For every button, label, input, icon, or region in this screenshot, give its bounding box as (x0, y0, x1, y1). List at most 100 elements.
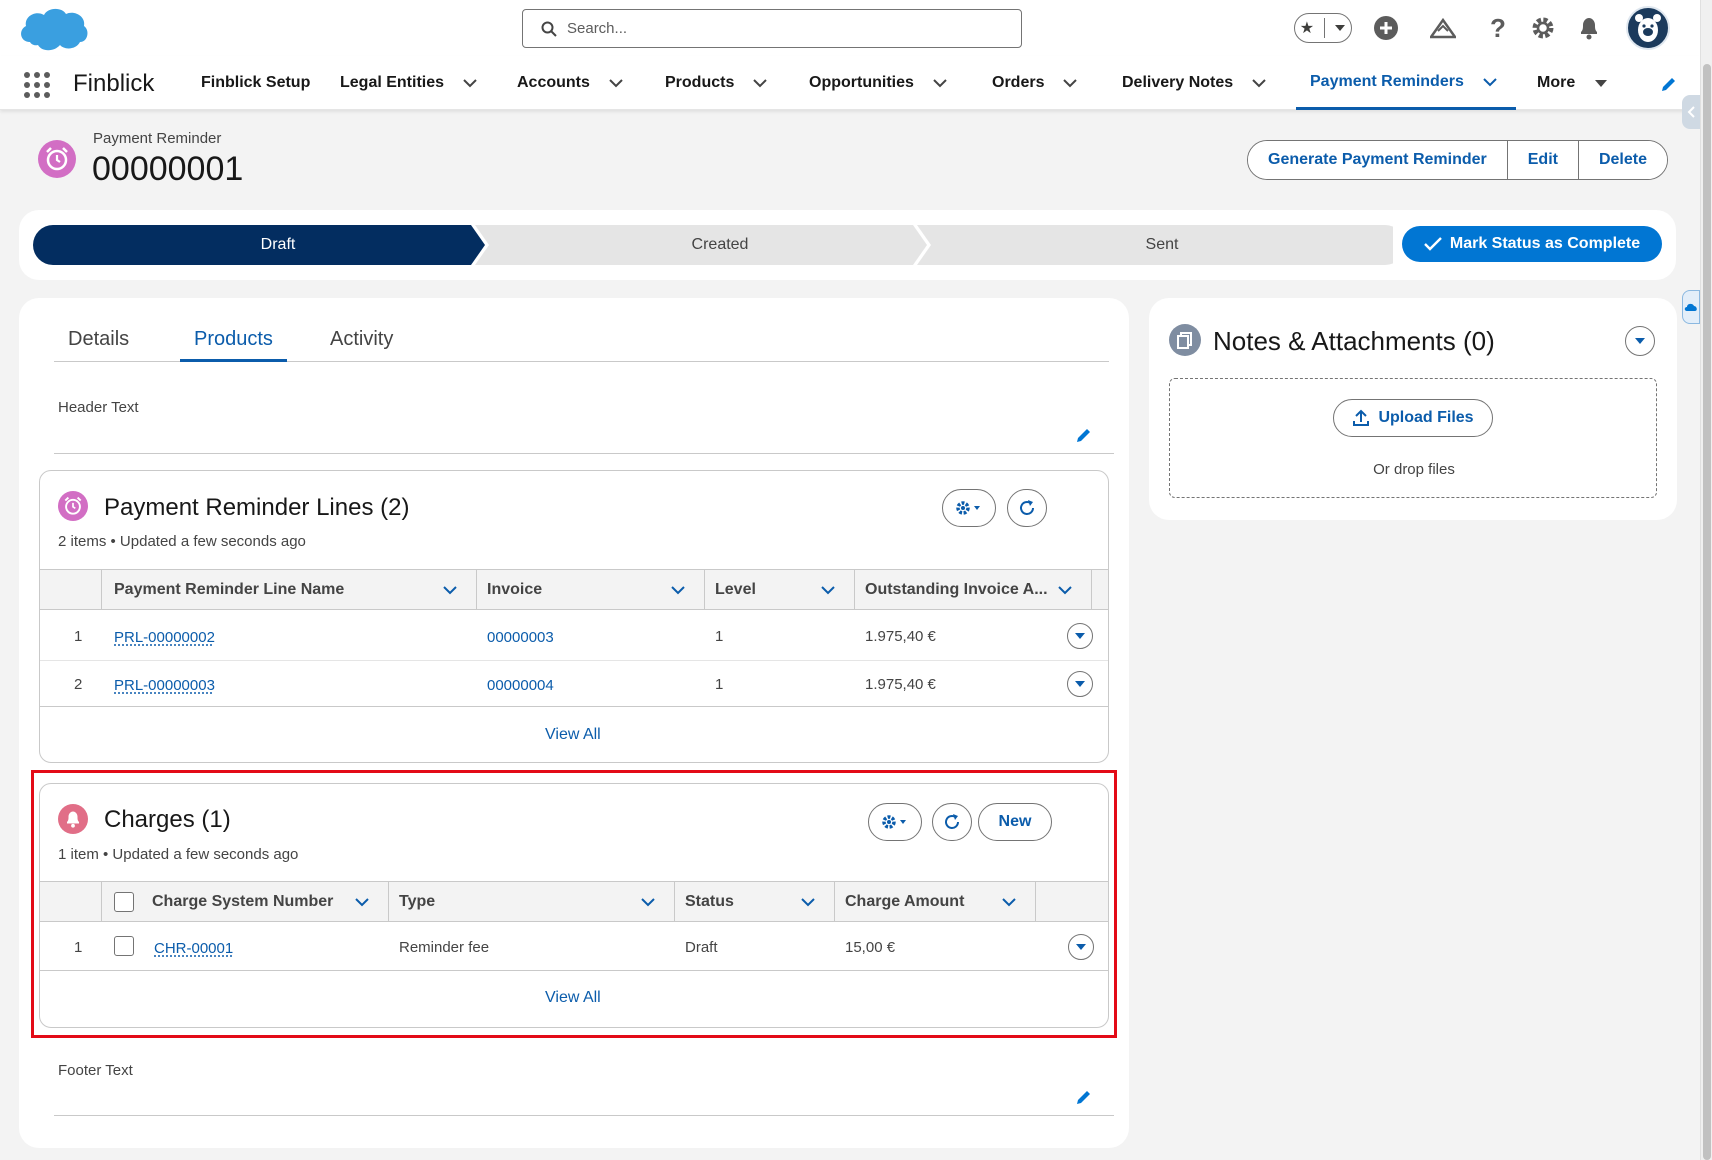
list-settings-gear-button[interactable] (942, 489, 996, 527)
payment-reminder-alarm-icon (38, 140, 76, 178)
payment-reminder-lines-table: Payment Reminder Line Name Invoice Level… (40, 569, 1108, 707)
nav-item-accounts[interactable]: Accounts (517, 56, 624, 110)
nav-item-label: Orders (992, 74, 1045, 91)
drop-files-text: Or drop files (1373, 461, 1455, 478)
global-search-box[interactable] (522, 9, 1022, 48)
record-tabs: Details Products Activity (54, 322, 1109, 362)
edit-button[interactable]: Edit (1507, 141, 1579, 179)
header-text-label: Header Text (58, 399, 139, 416)
row-number: 2 (74, 676, 83, 693)
divider (1323, 18, 1325, 38)
tab-activity[interactable]: Activity (316, 322, 407, 362)
upload-files-label: Upload Files (1378, 409, 1474, 426)
line-name-link[interactable]: PRL-00000002 (114, 629, 215, 646)
row-actions-menu-button[interactable] (1067, 623, 1093, 649)
nav-item-payment-reminders[interactable]: Payment Reminders (1296, 56, 1516, 110)
chevron-down-icon[interactable] (820, 582, 836, 598)
column-header-invoice[interactable]: Invoice (477, 570, 705, 610)
search-icon (541, 21, 557, 37)
gear-icon[interactable] (1528, 13, 1558, 43)
payment-reminder-lines-subtitle: 2 items • Updated a few seconds ago (58, 533, 306, 550)
view-all-lines-link[interactable]: View All (545, 726, 601, 744)
favorites-button[interactable]: ★ (1294, 13, 1352, 43)
notes-attachments-card: Notes & Attachments (0) Upload Files Or … (1149, 298, 1677, 520)
upload-files-button[interactable]: Upload Files (1333, 399, 1493, 437)
caret-down-icon (1635, 338, 1645, 344)
column-header-outstanding-amount[interactable]: Outstanding Invoice A... (855, 570, 1092, 610)
salesforce-cloud-logo[interactable] (18, 4, 90, 54)
chevron-down-icon[interactable] (670, 582, 686, 598)
column-header-label: Outstanding Invoice A... (865, 581, 1048, 598)
mark-status-complete-button[interactable]: Mark Status as Complete (1402, 226, 1662, 262)
trailhead-icon[interactable] (1428, 13, 1458, 43)
nav-item-legal-entities[interactable]: Legal Entities (340, 56, 478, 110)
chevron-down-icon[interactable] (752, 75, 768, 91)
nav-item-label: Payment Reminders (1310, 72, 1464, 90)
edit-nav-pencil-icon[interactable] (1660, 75, 1678, 93)
notes-menu-button[interactable] (1625, 326, 1655, 356)
refresh-button[interactable] (1007, 489, 1047, 527)
mark-status-complete-label: Mark Status as Complete (1449, 235, 1641, 252)
caret-down-icon[interactable] (1593, 75, 1609, 91)
refresh-icon (1020, 500, 1034, 515)
path-stage-draft[interactable]: Draft (53, 225, 503, 265)
row-number-header (40, 570, 102, 610)
generate-payment-reminder-button[interactable]: Generate Payment Reminder (1248, 141, 1508, 179)
star-icon[interactable]: ★ (1300, 18, 1314, 38)
edit-header-text-pencil-icon[interactable] (1075, 426, 1093, 444)
invoice-link[interactable]: 00000004 (487, 677, 554, 694)
edit-footer-text-pencil-icon[interactable] (1075, 1088, 1093, 1106)
chevron-down-icon[interactable] (932, 75, 948, 91)
record-name: 00000001 (92, 150, 244, 188)
app-launcher-icon[interactable] (24, 72, 50, 98)
files-icon (1169, 324, 1201, 356)
tab-products[interactable]: Products (180, 322, 287, 362)
line-name-link[interactable]: PRL-00000003 (114, 677, 215, 694)
chevron-down-icon[interactable] (462, 75, 478, 91)
payment-reminder-lines-title[interactable]: Payment Reminder Lines (2) (104, 494, 409, 522)
payment-reminder-lines-card: Payment Reminder Lines (2) 2 items • Upd… (39, 470, 1109, 763)
help-icon[interactable]: ? (1483, 13, 1513, 43)
chevron-down-icon[interactable] (608, 75, 624, 91)
nav-item-more[interactable]: More (1537, 56, 1609, 110)
file-dropzone[interactable]: Upload Files Or drop files (1169, 378, 1657, 498)
chevron-down-icon[interactable] (442, 582, 458, 598)
avatar[interactable] (1626, 6, 1670, 50)
column-header-label: Level (715, 581, 756, 598)
tab-details[interactable]: Details (54, 322, 143, 362)
nav-item-orders[interactable]: Orders (992, 56, 1078, 110)
nav-item-opportunities[interactable]: Opportunities (809, 56, 948, 110)
chevron-down-icon[interactable] (1057, 582, 1073, 598)
notes-attachments-title[interactable]: Notes & Attachments (0) (1213, 326, 1495, 357)
row-number: 1 (74, 628, 83, 645)
row-divider (40, 660, 1108, 661)
path-stage-sent[interactable]: Sent (937, 225, 1387, 265)
charges-highlight-box (31, 770, 1117, 1038)
record-type-label: Payment Reminder (93, 130, 222, 147)
divider (54, 453, 1114, 454)
column-header-line-name[interactable]: Payment Reminder Line Name (102, 570, 477, 610)
chevron-down-icon[interactable] (1251, 75, 1267, 91)
nav-item-finblick-setup[interactable]: Finblick Setup (201, 56, 310, 110)
scrollbar-thumb[interactable] (1703, 64, 1711, 1160)
nav-item-delivery-notes[interactable]: Delivery Notes (1122, 56, 1267, 110)
column-header-label: Invoice (487, 581, 543, 598)
column-header-level[interactable]: Level (705, 570, 855, 610)
delete-button[interactable]: Delete (1578, 141, 1667, 179)
side-panel-toggle-icon[interactable] (1682, 95, 1700, 129)
search-input[interactable] (567, 20, 987, 37)
nav-item-label: Products (665, 74, 735, 91)
chevron-down-icon[interactable] (1482, 74, 1498, 90)
chevron-down-icon[interactable] (1062, 75, 1078, 91)
add-icon[interactable] (1371, 13, 1401, 43)
chevron-down-icon[interactable] (1334, 24, 1346, 32)
invoice-link[interactable]: 00000003 (487, 629, 554, 646)
nav-item-products[interactable]: Products (665, 56, 768, 110)
upload-icon (1353, 409, 1370, 426)
cloud-panel-icon[interactable] (1682, 290, 1700, 324)
page-scrollbar[interactable] (1700, 0, 1712, 1160)
row-actions-menu-button[interactable] (1067, 671, 1093, 697)
level-value: 1 (715, 628, 724, 645)
path-stage-created[interactable]: Created (495, 225, 945, 265)
bell-icon[interactable] (1574, 13, 1604, 43)
